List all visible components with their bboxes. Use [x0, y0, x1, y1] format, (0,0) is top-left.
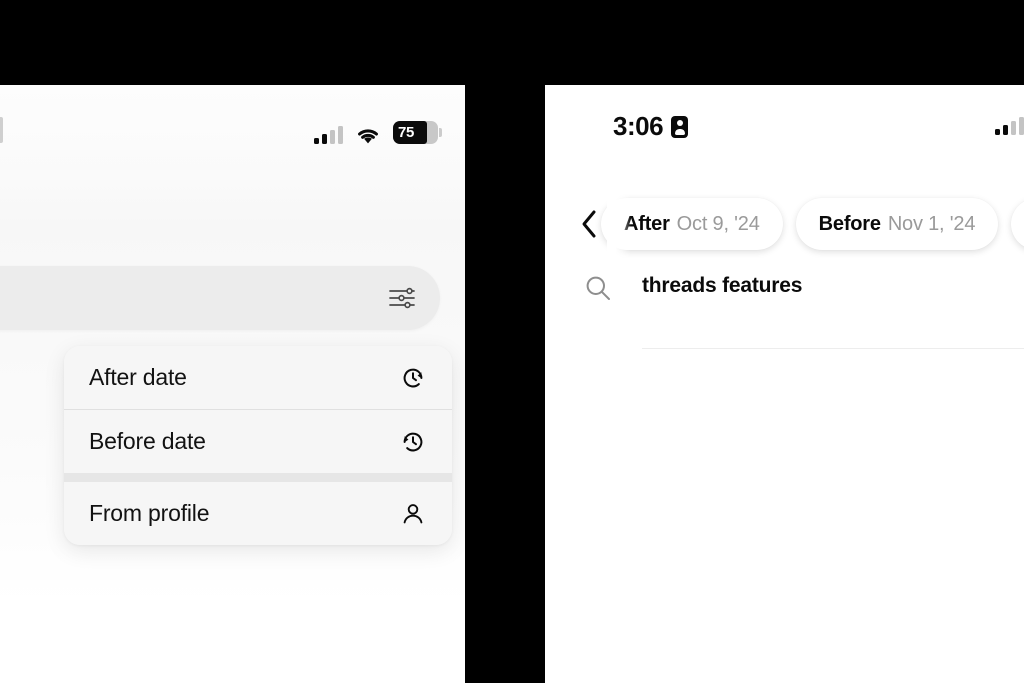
search-icon	[580, 270, 616, 306]
cellular-signal-icon	[314, 126, 343, 144]
battery-indicator: 75	[393, 121, 442, 144]
search-input[interactable]	[0, 266, 440, 330]
person-icon	[398, 499, 428, 529]
search-result-label: threads features	[642, 274, 803, 297]
battery-percent-label: 75	[398, 124, 415, 141]
clock-forward-icon	[398, 363, 428, 393]
left-phone-screen: 75 After date Before date From profile	[0, 85, 465, 683]
search-result-row[interactable]: threads features	[545, 255, 1024, 321]
screenshot-stage: 75 After date Before date From profile 3…	[0, 0, 1024, 683]
menu-item-label: From profile	[89, 500, 210, 526]
filter-chip-before[interactable]: Before Nov 1, '24	[795, 198, 999, 250]
menu-section-separator	[64, 473, 452, 482]
status-time: 3:06	[613, 111, 689, 142]
menu-item-label: After date	[89, 364, 187, 390]
filter-chips-bar: After Oct 9, '24 Before Nov 1, '24 Fro	[545, 188, 1024, 260]
clock-rewind-icon	[398, 427, 428, 457]
right-phone-screen: 3:06 After Oct 9, '24 Before Nov 1, '24 …	[545, 85, 1024, 683]
menu-item-label: Before date	[89, 428, 206, 454]
status-indicators: 75	[314, 118, 442, 144]
filter-chip-after[interactable]: After Oct 9, '24	[601, 198, 783, 250]
id-badge-icon	[671, 115, 689, 138]
menu-item-from-profile[interactable]: From profile	[64, 482, 452, 545]
menu-item-before-date[interactable]: Before date	[64, 410, 452, 473]
menu-item-after-date[interactable]: After date	[64, 346, 452, 409]
right-status-bar: 3:06	[545, 85, 1024, 165]
cellular-signal-icon	[995, 117, 1024, 135]
chip-key: Before	[818, 212, 881, 235]
result-divider	[642, 348, 1024, 349]
chip-value: Oct 9, '24	[676, 212, 760, 235]
battery-nub	[439, 128, 442, 137]
chips-scroller[interactable]: After Oct 9, '24 Before Nov 1, '24 Fro	[601, 188, 1024, 260]
chip-key: After	[624, 212, 670, 235]
chip-value: Nov 1, '24	[887, 212, 976, 235]
left-status-bar: 75	[0, 85, 465, 170]
status-time-clipped	[0, 117, 3, 143]
wifi-icon	[358, 129, 378, 144]
filter-chip-from[interactable]: Fro	[1011, 198, 1024, 250]
sliders-filter-icon[interactable]	[384, 280, 420, 316]
status-time-label: 3:06	[613, 111, 664, 141]
filter-dropdown-menu: After date Before date From profile	[64, 346, 452, 545]
